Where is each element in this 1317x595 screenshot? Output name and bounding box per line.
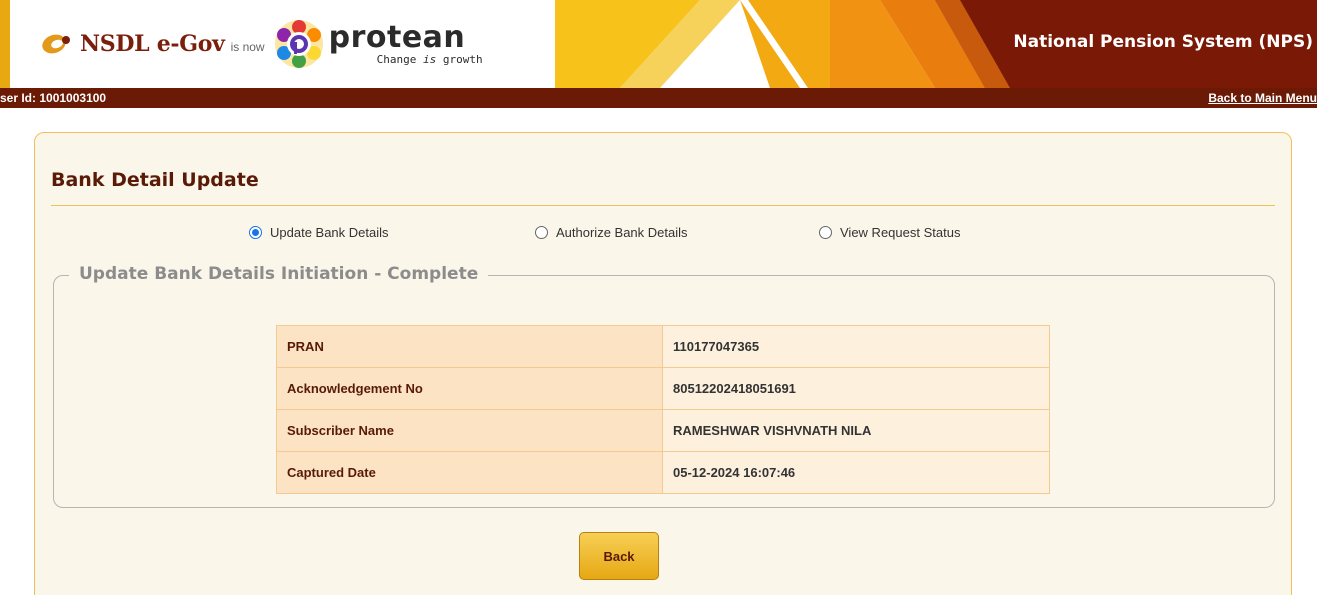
subscriber-name-label: Subscriber Name (276, 409, 663, 452)
radio-label: Authorize Bank Details (556, 225, 688, 240)
system-title: National Pension System (NPS) (1013, 32, 1313, 52)
nsdl-logo-text: NSDL e-Gov (80, 31, 225, 57)
site-header: NSDL e-Gov is now protean Change is grow… (0, 0, 1317, 88)
table-row: Captured Date 05-12-2024 16:07:46 (276, 451, 1050, 494)
pran-value: 110177047365 (662, 325, 1050, 368)
radio-label: View Request Status (840, 225, 961, 240)
radio-label: Update Bank Details (270, 225, 389, 240)
acknowledgement-no-value: 80512202418051691 (662, 367, 1050, 410)
captured-date-label: Captured Date (276, 451, 663, 494)
initiation-complete-section: Update Bank Details Initiation - Complet… (53, 264, 1275, 508)
table-row: Subscriber Name RAMESHWAR VISHVNATH NILA (276, 409, 1050, 452)
protean-tagline: Change is growth (376, 53, 483, 66)
is-now-text: is now (230, 40, 265, 54)
mode-radio-group: Update Bank Details Authorize Bank Detai… (35, 225, 1291, 245)
back-button[interactable]: Back (579, 532, 659, 580)
subscriber-name-value: RAMESHWAR VISHVNATH NILA (662, 409, 1050, 452)
title-divider (51, 205, 1275, 206)
bank-detail-card: Bank Detail Update Update Bank Details A… (34, 132, 1292, 595)
protean-logo-icon (274, 20, 323, 68)
protean-logo-text: protean (328, 20, 466, 55)
user-bar: ser Id: 1001003100 Back to Main Menu (0, 88, 1317, 108)
radio-dot-icon[interactable] (819, 226, 832, 239)
nsdl-logo-icon (42, 34, 70, 54)
radio-dot-icon[interactable] (249, 226, 262, 239)
radio-update-bank-details[interactable]: Update Bank Details (249, 225, 389, 240)
acknowledgement-no-label: Acknowledgement No (276, 367, 663, 410)
back-to-main-menu-link[interactable]: Back to Main Menu (1208, 91, 1317, 105)
details-table: PRAN 110177047365 Acknowledgement No 805… (276, 325, 1050, 494)
radio-dot-icon[interactable] (535, 226, 548, 239)
section-legend: Update Bank Details Initiation - Complet… (69, 264, 489, 284)
logo-area: NSDL e-Gov is now protean Change is grow… (40, 14, 483, 74)
table-row: Acknowledgement No 80512202418051691 (276, 367, 1050, 410)
table-row: PRAN 110177047365 (276, 325, 1050, 368)
user-id-label: ser Id: 1001003100 (0, 91, 107, 105)
radio-authorize-bank-details[interactable]: Authorize Bank Details (535, 225, 688, 240)
protean-logo-block: protean Change is growth (328, 20, 483, 66)
captured-date-value: 05-12-2024 16:07:46 (662, 451, 1050, 494)
pran-label: PRAN (276, 325, 663, 368)
radio-view-request-status[interactable]: View Request Status (819, 225, 960, 240)
page-title: Bank Detail Update (51, 169, 259, 191)
